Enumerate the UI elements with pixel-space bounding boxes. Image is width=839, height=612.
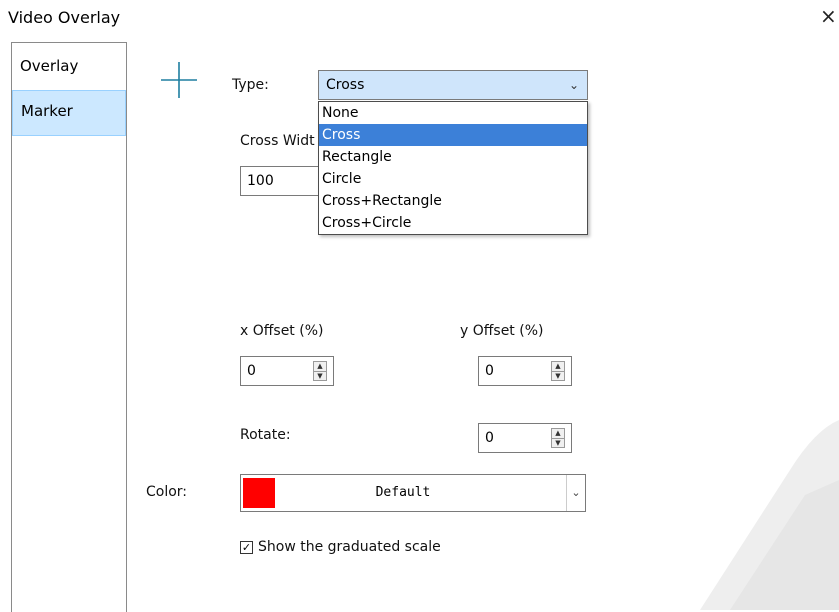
rotate-label: Rotate: (240, 427, 291, 443)
chevron-down-icon[interactable]: ⌄ (569, 71, 579, 99)
cross-icon (161, 62, 197, 98)
rotate-stepper[interactable]: 0 ▲ ▼ (478, 423, 572, 453)
x-offset-value: 0 (247, 363, 256, 379)
type-dropdown-list: None Cross Rectangle Circle Cross+Rectan… (318, 101, 588, 235)
type-option-cross-rectangle[interactable]: Cross+Rectangle (319, 190, 587, 212)
rotate-spin-buttons[interactable]: ▲ ▼ (551, 428, 565, 448)
show-scale-label: Show the graduated scale (258, 539, 441, 555)
window-title: Video Overlay (8, 8, 121, 27)
y-offset-stepper[interactable]: 0 ▲ ▼ (478, 356, 572, 386)
x-offset-label: x Offset (%) (240, 323, 324, 339)
type-option-rectangle[interactable]: Rectangle (319, 146, 587, 168)
type-selected-value: Cross (326, 77, 365, 93)
cross-width-value: 100 (247, 173, 274, 189)
cross-width-label: Cross Widt (240, 133, 315, 149)
close-icon[interactable]: × (820, 4, 837, 28)
show-scale-checkbox[interactable]: ✓ (240, 541, 253, 554)
type-label: Type: (232, 77, 269, 93)
y-offset-value: 0 (485, 363, 494, 379)
color-label: Color: (146, 484, 188, 500)
type-option-none[interactable]: None (319, 102, 587, 124)
x-offset-stepper[interactable]: 0 ▲ ▼ (240, 356, 334, 386)
rotate-value: 0 (485, 430, 494, 446)
color-select[interactable]: Default ⌄ (240, 474, 586, 512)
type-option-cross[interactable]: Cross (319, 124, 587, 146)
color-value: Default (375, 485, 431, 500)
nav-item-marker[interactable]: Marker (12, 90, 126, 136)
y-offset-spin-buttons[interactable]: ▲ ▼ (551, 361, 565, 381)
y-offset-label: y Offset (%) (460, 323, 544, 339)
x-offset-spin-buttons[interactable]: ▲ ▼ (313, 361, 327, 381)
type-select[interactable]: Cross ⌄ (318, 70, 588, 100)
type-option-circle[interactable]: Circle (319, 168, 587, 190)
type-option-cross-circle[interactable]: Cross+Circle (319, 212, 587, 234)
nav-item-overlay[interactable]: Overlay (12, 46, 126, 92)
cross-width-stepper[interactable]: 100 (240, 166, 330, 196)
watermark-graphic (700, 420, 839, 610)
